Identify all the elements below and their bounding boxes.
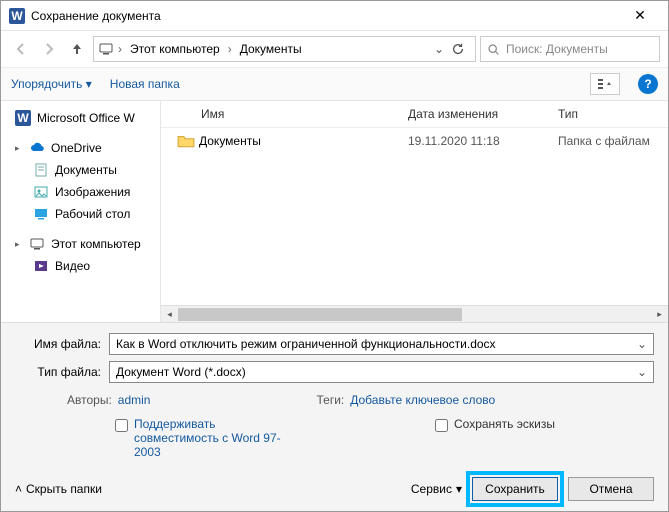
- column-name[interactable]: Имя: [201, 107, 408, 121]
- tree-pictures[interactable]: Изображения: [1, 181, 160, 203]
- window-title: Сохранение документа: [31, 9, 620, 23]
- cloud-icon: [29, 140, 45, 156]
- search-placeholder: Поиск: Документы: [506, 42, 608, 56]
- scroll-track[interactable]: [178, 306, 651, 323]
- view-options-button[interactable]: [590, 73, 620, 95]
- refresh-button[interactable]: [451, 42, 471, 56]
- tags-value[interactable]: Добавьте ключевое слово: [350, 393, 495, 407]
- list-item[interactable]: Документы 19.11.2020 11:18 Папка с файла…: [161, 128, 668, 154]
- file-list: Имя Дата изменения Тип Документы 19.11.2…: [161, 101, 668, 322]
- expand-icon[interactable]: ▸: [15, 239, 23, 250]
- tree-office[interactable]: W Microsoft Office W: [1, 107, 160, 129]
- filetype-select[interactable]: Документ Word (*.docx) ⌄: [109, 361, 654, 383]
- item-date: 19.11.2020 11:18: [408, 134, 558, 148]
- toolbar: Упорядочить ▾ Новая папка ?: [1, 67, 668, 101]
- search-input[interactable]: Поиск: Документы: [480, 36, 660, 62]
- column-date[interactable]: Дата изменения: [408, 107, 558, 121]
- video-icon: [33, 258, 49, 274]
- column-headers[interactable]: Имя Дата изменения Тип: [161, 101, 668, 128]
- chevron-up-icon: ˄: [15, 482, 22, 496]
- authors-value[interactable]: admin: [118, 393, 151, 407]
- cancel-button[interactable]: Отмена: [568, 477, 654, 501]
- breadcrumb-pc[interactable]: Этот компьютер: [126, 40, 224, 58]
- scroll-left-button[interactable]: ◂: [161, 306, 178, 323]
- compat-checkbox-input[interactable]: [115, 419, 128, 432]
- address-bar[interactable]: › Этот компьютер › Документы ⌄: [93, 36, 476, 62]
- chevron-right-icon[interactable]: ›: [116, 42, 124, 56]
- horizontal-scrollbar[interactable]: ◂ ▸: [161, 305, 668, 322]
- dialog-footer: ˄ Скрыть папки Сервис ▾ Сохранить Отмена: [1, 467, 668, 511]
- tree-video[interactable]: Видео: [1, 255, 160, 277]
- back-button[interactable]: [9, 37, 33, 61]
- scroll-right-button[interactable]: ▸: [651, 306, 668, 323]
- tree-desktop[interactable]: Рабочий стол: [1, 203, 160, 225]
- svg-text:W: W: [11, 9, 23, 23]
- chevron-down-icon[interactable]: ⌄: [637, 365, 647, 379]
- tree-this-pc[interactable]: ▸ Этот компьютер: [1, 233, 160, 255]
- thumbs-checkbox[interactable]: Сохранять эскизы: [435, 417, 555, 459]
- chevron-down-icon: ▾: [456, 482, 462, 496]
- word-icon: W: [9, 8, 25, 24]
- breadcrumb-docs[interactable]: Документы: [236, 40, 306, 58]
- up-button[interactable]: [65, 37, 89, 61]
- pc-icon: [29, 236, 45, 252]
- authors-label: Авторы:: [67, 393, 112, 407]
- new-folder-button[interactable]: Новая папка: [110, 77, 180, 91]
- close-button[interactable]: ✕: [620, 7, 660, 24]
- pictures-icon: [33, 184, 49, 200]
- tags-label: Теги:: [316, 393, 344, 407]
- thumbs-checkbox-input[interactable]: [435, 419, 448, 432]
- item-type: Папка с файлам: [558, 134, 658, 148]
- address-dropdown[interactable]: ⌄: [429, 42, 449, 56]
- item-name: Документы: [199, 134, 408, 148]
- filetype-label: Тип файла:: [15, 365, 109, 379]
- scroll-thumb[interactable]: [178, 308, 462, 321]
- filename-label: Имя файла:: [15, 337, 109, 351]
- service-menu[interactable]: Сервис ▾: [411, 482, 462, 496]
- chevron-right-icon[interactable]: ›: [226, 42, 234, 56]
- word-icon: W: [15, 110, 31, 126]
- tree-documents[interactable]: Документы: [1, 159, 160, 181]
- desktop-icon: [33, 206, 49, 222]
- forward-button[interactable]: [37, 37, 61, 61]
- tree-onedrive[interactable]: ▸ OneDrive: [1, 137, 160, 159]
- docs-icon: [33, 162, 49, 178]
- svg-text:W: W: [17, 111, 29, 125]
- chevron-down-icon[interactable]: ⌄: [637, 337, 647, 351]
- nav-bar: › Этот компьютер › Документы ⌄ Поиск: До…: [1, 31, 668, 67]
- help-button[interactable]: ?: [638, 74, 658, 94]
- search-icon: [487, 43, 500, 56]
- expand-icon[interactable]: ▸: [15, 143, 23, 154]
- hide-folders-button[interactable]: ˄ Скрыть папки: [15, 482, 102, 496]
- title-bar: W Сохранение документа ✕: [1, 1, 668, 31]
- folder-icon: [177, 132, 199, 150]
- save-panel: Имя файла: Как в Word отключить режим ог…: [1, 322, 668, 467]
- navigation-tree[interactable]: W Microsoft Office W ▸ OneDrive Документ…: [1, 101, 161, 322]
- column-type[interactable]: Тип: [558, 107, 658, 121]
- chevron-down-icon: ▾: [86, 77, 92, 91]
- compat-checkbox[interactable]: Поддерживать совместимость с Word 97-200…: [115, 417, 295, 459]
- organize-menu[interactable]: Упорядочить ▾: [11, 77, 92, 91]
- filename-input[interactable]: Как в Word отключить режим ограниченной …: [109, 333, 654, 355]
- pc-icon: [98, 41, 114, 57]
- save-button[interactable]: Сохранить: [472, 477, 558, 501]
